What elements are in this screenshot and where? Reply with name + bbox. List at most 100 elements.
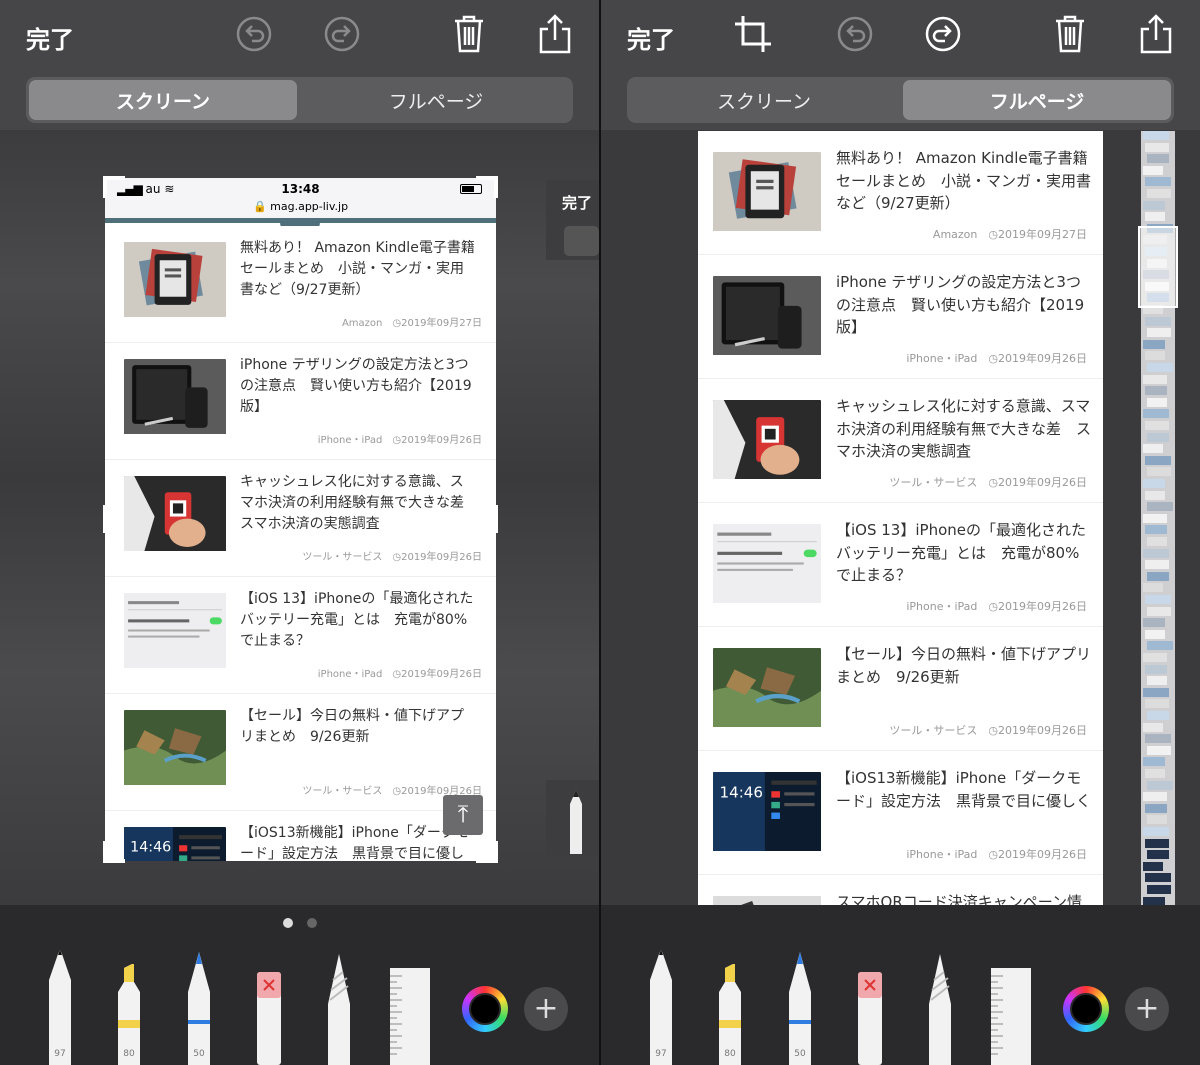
scrubber-block	[1145, 664, 1167, 674]
pencil-size-label: 50	[193, 1049, 205, 1059]
crop-handle-right[interactable]	[494, 505, 498, 533]
scrubber-block	[1143, 618, 1165, 628]
scrubber-block	[1147, 537, 1167, 546]
done-button[interactable]: 完了	[627, 20, 675, 55]
scrubber-block	[1143, 687, 1169, 697]
trash-icon[interactable]	[449, 14, 489, 54]
color-wheel-icon[interactable]	[1063, 986, 1109, 1032]
undo-icon[interactable]	[234, 14, 274, 54]
article-meta: ツール・サービス ◷2019年09月26日	[889, 722, 1087, 738]
marker-tool[interactable]: 80	[116, 950, 142, 1065]
eraser-tool[interactable]	[256, 950, 282, 1065]
article-item[interactable]: キャッシュレス化に対する意識、スマホ決済の利用経験有無で大きな差 スマホ決済の実…	[698, 379, 1103, 503]
scrubber-block	[1143, 861, 1163, 871]
scrubber-block	[1147, 432, 1169, 442]
ruler-tool[interactable]	[990, 950, 1032, 1065]
scrubber-viewport[interactable]	[1138, 226, 1178, 308]
scrubber-block	[1147, 397, 1167, 407]
clock-icon: ◷	[988, 848, 998, 861]
article-category: ツール・サービス	[889, 476, 978, 489]
crop-handle-left[interactable]	[103, 505, 107, 533]
article-title[interactable]: キャッシュレス化に対する意識、スマホ決済の利用経験有無で大きな差 スマホ決済の実…	[836, 395, 1091, 463]
trash-icon[interactable]	[1050, 14, 1090, 54]
plus-icon[interactable]: +	[1125, 987, 1169, 1031]
ruler-tool[interactable]	[389, 950, 431, 1065]
lasso-tool[interactable]	[326, 950, 352, 1065]
eraser-tool[interactable]	[857, 950, 883, 1065]
pencil-tool[interactable]: 50	[787, 950, 813, 1065]
article-thumbnail	[713, 152, 821, 235]
redo-icon[interactable]	[923, 14, 963, 54]
screen-mode-pane: 完了 スクリーン フルページ 完了 ▂▄▆ au ≋ 13:48 🔒 mag.a…	[0, 0, 599, 1065]
scrubber-block	[1147, 154, 1169, 164]
article-item[interactable]: 14:46 【iOS13新機能】iPhone「ダークモード」設定方法 黒背景で目に…	[698, 751, 1103, 875]
scrubber-block	[1143, 792, 1167, 802]
article-thumbnail	[713, 400, 821, 483]
pencil-tool[interactable]: 50	[186, 950, 212, 1065]
article-title[interactable]: 【iOS13新機能】iPhone「ダークモード」設定方法 黒背景で目に優しく	[836, 767, 1091, 812]
scrubber-block	[1143, 409, 1169, 419]
scrubber-block	[1147, 745, 1171, 755]
page-dot-1[interactable]	[282, 918, 293, 928]
article-meta: iPhone・iPad ◷2019年09月26日	[906, 350, 1087, 366]
full-page-view[interactable]: 無料あり！ Amazon Kindle電子書籍セールまとめ 小説・マンガ・実用書…	[698, 131, 1103, 945]
article-title[interactable]: 無料あり！ Amazon Kindle電子書籍セールまとめ 小説・マンガ・実用書…	[836, 147, 1091, 215]
plus-icon[interactable]: +	[524, 987, 568, 1031]
scrubber-block	[1143, 722, 1163, 732]
scrubber-block	[1143, 479, 1165, 488]
clock-icon: ◷	[988, 724, 998, 737]
redo-icon[interactable]	[322, 14, 362, 54]
article-title[interactable]: iPhone テザリングの設定方法と3つの注意点 賢い使い方も紹介【2019版】	[836, 271, 1091, 339]
scrubber-block	[1145, 351, 1165, 361]
pen-size-label: 97	[655, 1049, 667, 1059]
tab-screen[interactable]: スクリーン	[630, 80, 898, 120]
article-item[interactable]: 【セール】今日の無料・値下げアプリまとめ 9/26更新ツール・サービス ◷201…	[698, 627, 1103, 751]
mode-segmented-control: スクリーン フルページ	[627, 77, 1174, 123]
article-thumbnail	[713, 648, 821, 731]
tab-full-page[interactable]: フルページ	[302, 80, 570, 120]
undo-icon[interactable]	[835, 14, 875, 54]
article-item[interactable]: iPhone テザリングの設定方法と3つの注意点 賢い使い方も紹介【2019版】…	[698, 255, 1103, 379]
share-icon[interactable]	[535, 14, 575, 54]
page-indicator	[0, 918, 599, 928]
article-title[interactable]: 【セール】今日の無料・値下げアプリまとめ 9/26更新	[836, 643, 1091, 688]
pen-tool[interactable]: 97	[648, 950, 674, 1065]
clock-icon: ◷	[988, 352, 998, 365]
full-page-mode-pane: 完了 スクリーン フルページ 無料あり！ Amazon Kindle電子書籍セー…	[601, 0, 1200, 1065]
preview-tool-strip	[546, 780, 599, 855]
scrubber-block	[1143, 548, 1169, 558]
share-icon[interactable]	[1136, 14, 1176, 54]
pen-tool[interactable]: 97	[47, 950, 73, 1065]
tab-screen[interactable]: スクリーン	[29, 80, 297, 120]
article-category: ツール・サービス	[889, 724, 978, 737]
preview-done-label: 完了	[562, 194, 593, 212]
article-item[interactable]: 無料あり！ Amazon Kindle電子書籍セールまとめ 小説・マンガ・実用書…	[698, 131, 1103, 255]
article-date: 2019年09月26日	[998, 352, 1087, 365]
scrubber-block	[1143, 757, 1165, 767]
scrubber-block	[1147, 571, 1169, 581]
crop-icon[interactable]	[733, 14, 773, 54]
page-dot-2[interactable]	[306, 918, 317, 928]
color-wheel-icon[interactable]	[462, 986, 508, 1032]
article-item[interactable]: 【iOS 13】iPhoneの「最適化されたバッテリー充電」とは 充電が80%で…	[698, 503, 1103, 627]
pen-size-label: 97	[54, 1049, 66, 1059]
lasso-tool[interactable]	[927, 950, 953, 1065]
scrubber-block	[1147, 502, 1173, 512]
done-button[interactable]: 完了	[26, 20, 74, 55]
article-date: 2019年09月26日	[998, 848, 1087, 861]
scrubber-block	[1147, 189, 1171, 198]
tab-full-page[interactable]: フルページ	[903, 80, 1171, 120]
scrubber-block	[1143, 444, 1163, 454]
next-screenshot-preview[interactable]: 完了	[546, 180, 599, 260]
article-category: iPhone・iPad	[906, 352, 978, 365]
scrubber-block	[1143, 653, 1167, 662]
scrubber-block	[1145, 873, 1171, 883]
scrubber-block	[1143, 583, 1163, 593]
crop-frame[interactable]	[103, 176, 498, 863]
marker-tool[interactable]: 80	[717, 950, 743, 1065]
scrubber-block	[1145, 421, 1169, 430]
scrubber-block	[1147, 711, 1169, 720]
article-meta: iPhone・iPad ◷2019年09月26日	[906, 598, 1087, 614]
article-title[interactable]: 【iOS 13】iPhoneの「最適化されたバッテリー充電」とは 充電が80%で…	[836, 519, 1091, 587]
scrubber-block	[1143, 200, 1165, 210]
